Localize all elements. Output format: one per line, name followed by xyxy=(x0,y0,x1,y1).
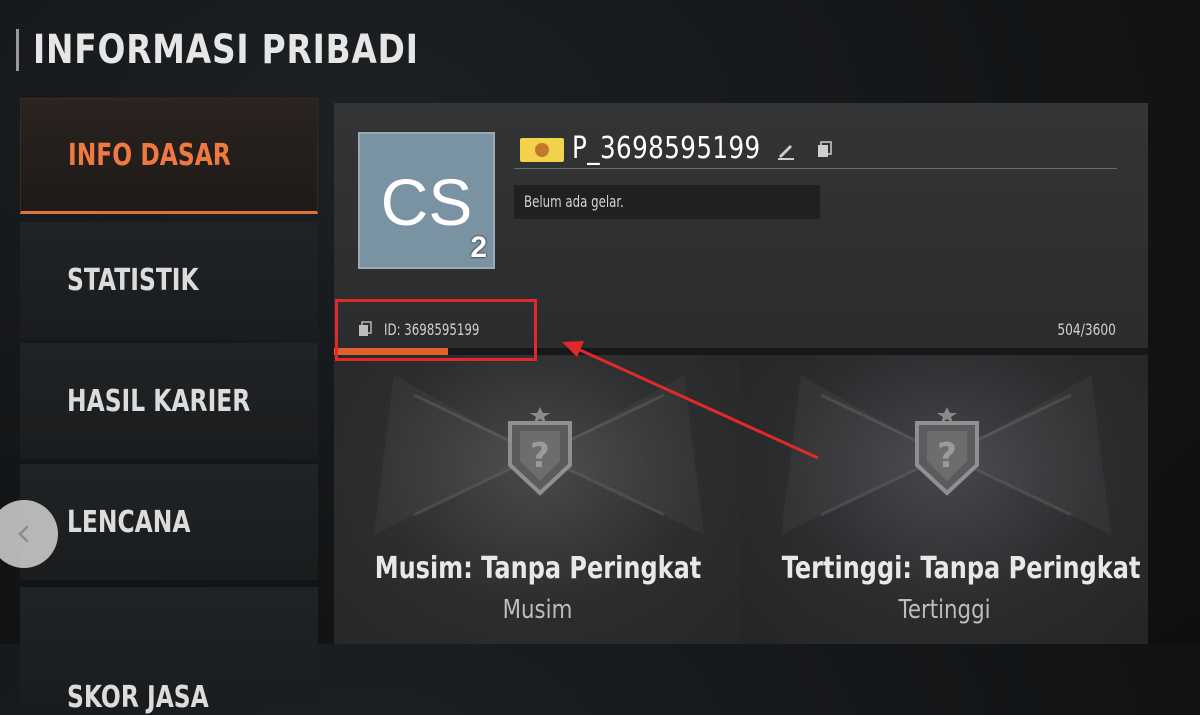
flag-icon xyxy=(520,138,564,162)
sidebar-item-skor-jasa[interactable]: SKOR JASA xyxy=(20,587,318,715)
rank-badge-icon: ? xyxy=(508,407,572,496)
sidebar-item-label: STATISTIK xyxy=(67,262,199,298)
rank-label: Musim xyxy=(502,595,573,625)
sidebar-item-label: INFO DASAR xyxy=(68,137,231,173)
sidebar-item-label: SKOR JASA xyxy=(67,679,209,715)
player-id-highlight xyxy=(335,299,537,361)
player-title-box: Belum ada gelar. xyxy=(514,185,820,219)
sidebar-item-hasil-karier[interactable]: HASIL KARIER xyxy=(20,343,318,459)
sidebar-item-info-dasar[interactable]: INFO DASAR xyxy=(20,98,318,214)
rank-badge-icon: ? xyxy=(915,407,979,496)
header-divider xyxy=(514,168,1117,169)
avatar-level: 2 xyxy=(470,231,487,264)
chevron-left-icon xyxy=(18,525,29,543)
sidebar-item-lencana[interactable]: LENCANA xyxy=(20,464,318,580)
copy-icon[interactable] xyxy=(816,141,834,159)
svg-text:?: ? xyxy=(530,436,550,476)
xp-text: 504/3600 xyxy=(1057,320,1116,339)
page-title: INFORMASI PRIBADI xyxy=(33,27,419,73)
rank-name: Musim: Tanpa Peringkat xyxy=(374,551,702,586)
title-accent-bar xyxy=(16,29,19,71)
avatar[interactable]: CS 2 xyxy=(358,132,495,269)
rank-label: Tertinggi xyxy=(898,595,991,625)
sidebar-item-label: LENCANA xyxy=(67,504,191,540)
svg-text:?: ? xyxy=(937,436,957,476)
rank-card-season[interactable]: ? Musim: Tanpa Peringkat Musim xyxy=(334,355,741,644)
rank-card-highest[interactable]: ? Tertinggi: Tanpa Peringkat Tertinggi xyxy=(741,355,1148,644)
username: P_3698595199 xyxy=(572,131,761,166)
avatar-initials: CS xyxy=(380,165,473,239)
page-header: INFORMASI PRIBADI xyxy=(16,27,503,73)
sidebar-item-statistik[interactable]: STATISTIK xyxy=(20,222,318,338)
profile-panel: CS 2 P_3698595199 Belum ada gelar. ID: 3… xyxy=(334,103,1148,644)
sidebar-item-label: HASIL KARIER xyxy=(67,383,251,419)
edit-icon[interactable] xyxy=(775,139,797,161)
player-title-text: Belum ada gelar. xyxy=(524,192,624,211)
rank-name: Tertinggi: Tanpa Peringkat xyxy=(781,551,1141,586)
